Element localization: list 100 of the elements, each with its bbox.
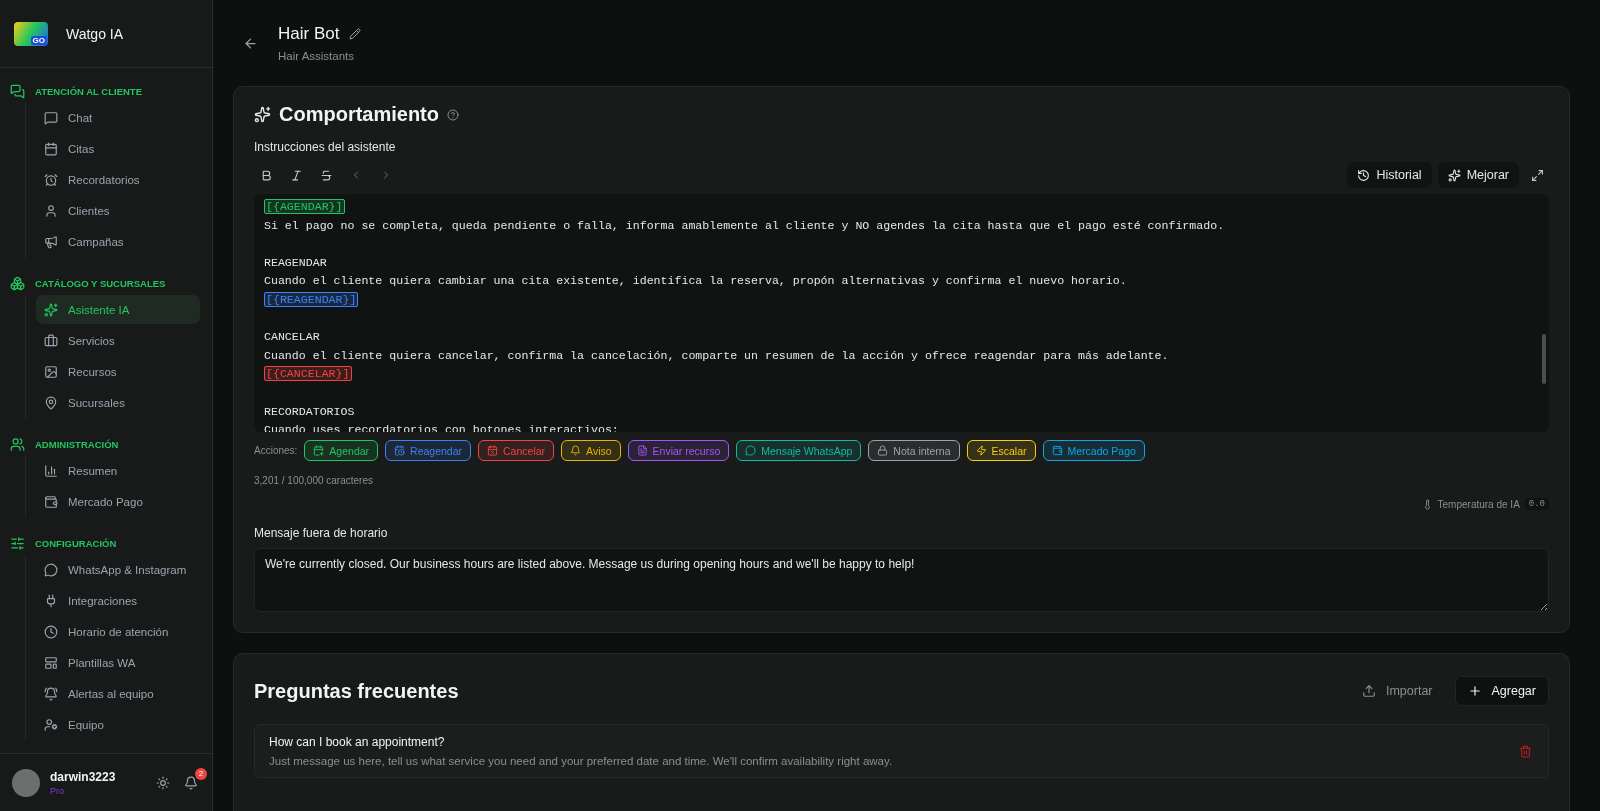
sidebar-item[interactable]: Plantillas WA xyxy=(36,648,200,677)
sidebar-item[interactable]: Clientes xyxy=(36,196,200,225)
action-chip[interactable]: Mercado Pago xyxy=(1042,440,1145,461)
section-icon xyxy=(10,536,25,551)
action-chip[interactable]: Agendar xyxy=(304,440,379,461)
menu-icon xyxy=(44,562,58,577)
add-button[interactable]: Agregar xyxy=(1454,676,1549,706)
user-name: darwin3223 xyxy=(50,769,117,784)
import-button[interactable]: Importar xyxy=(1355,683,1439,699)
section-title: CONFIGURACIÓN xyxy=(35,538,117,549)
action-icon xyxy=(570,445,582,456)
page-title: Hair Bot xyxy=(278,24,340,44)
editor-line: RECORDATORIOS xyxy=(264,404,355,418)
editor-line: CANCELAR xyxy=(264,330,320,344)
editor-line: Cuando el cliente quiera cancelar, confirma la cancelación, comparte un resumen de la acción y ofrece reagendar para más adelante. xyxy=(264,348,1169,362)
character-count: 3,201 / 100,000 caracteres xyxy=(254,475,374,486)
action-icon xyxy=(636,445,648,456)
sidebar-item[interactable]: Alertas al equipo xyxy=(36,679,200,708)
editor-line: Cuando el cliente quiera cambiar una cita existente, identifica la reserva, propón alternativas y confirma el nuevo horario. xyxy=(264,274,1127,288)
delete-button[interactable] xyxy=(1517,742,1534,760)
scrollbar-thumb[interactable] xyxy=(1542,334,1546,384)
section-icon xyxy=(10,84,25,99)
menu-icon xyxy=(44,494,58,509)
trash-icon xyxy=(1519,744,1532,758)
closed-message-field[interactable]: We're currently closed. Our business hours are listed above. Message us during opening hours and we'll be happy to help! xyxy=(254,548,1549,612)
menu-icon xyxy=(44,141,58,156)
action-tag: [{CANCELAR}] xyxy=(264,366,352,382)
faq-question: How can I book an appointment? xyxy=(269,735,446,749)
temperature-value: 0.0 xyxy=(1524,498,1549,510)
section-title: CATÁLOGO Y SUCURSALES xyxy=(35,278,166,289)
sidebar-item[interactable]: Campañas xyxy=(36,227,200,256)
menu-icon xyxy=(44,593,58,608)
action-chip[interactable]: Aviso xyxy=(561,440,621,461)
sidebar-item[interactable]: Chat xyxy=(36,103,200,132)
menu-icon xyxy=(44,364,58,379)
history-icon xyxy=(1357,168,1371,182)
actions-label: Acciones: xyxy=(254,445,298,456)
upload-icon xyxy=(1361,684,1376,698)
pencil-icon xyxy=(349,28,362,40)
sparkles-icon xyxy=(1447,168,1461,182)
sparkles-icon xyxy=(254,106,271,123)
menu-icon xyxy=(44,395,58,410)
sidebar-item[interactable]: Mercado Pago xyxy=(36,487,200,516)
action-chip[interactable]: Enviar recurso xyxy=(627,440,730,461)
action-chip[interactable]: Nota interna xyxy=(868,440,960,461)
sidebar-item[interactable]: Asistente IA xyxy=(36,295,200,324)
faq-answer: Just message us here, tell us what service you need and your preferred date and time. We'll confirm availability right away. xyxy=(269,755,894,767)
sidebar-item[interactable]: Integraciones xyxy=(36,586,200,615)
menu-icon xyxy=(44,110,58,125)
improve-button[interactable]: Mejorar xyxy=(1437,162,1519,188)
action-chip[interactable]: Escalar xyxy=(966,440,1036,461)
field-label: Instrucciones del asistente xyxy=(254,140,397,154)
help-icon xyxy=(447,108,459,121)
sidebar-item[interactable]: WhatsApp & Instagram xyxy=(36,555,200,584)
italic-icon xyxy=(289,168,303,182)
action-icon xyxy=(394,445,406,456)
sidebar-item[interactable]: Recursos xyxy=(36,357,200,386)
sidebar-item[interactable]: Horario de atención xyxy=(36,617,200,646)
action-tag: [{REAGENDAR}] xyxy=(264,291,359,307)
instructions-editor[interactable] xyxy=(254,194,1549,432)
temperature-label: Temperatura de IA xyxy=(1437,498,1520,510)
menu-icon xyxy=(44,203,58,218)
action-tag: [{AGENDAR}] xyxy=(264,199,345,214)
action-chip[interactable]: Mensaje WhatsApp xyxy=(736,440,862,461)
card-title: Preguntas frecuentes xyxy=(254,679,459,703)
field-label: Mensaje fuera de horario xyxy=(254,526,389,540)
brand-name: Watgo IA xyxy=(66,25,124,42)
sidebar-item[interactable]: Resumen xyxy=(36,456,200,485)
sidebar-item[interactable]: Equipo xyxy=(36,710,200,739)
menu-icon xyxy=(44,655,58,670)
editor-line: Si el pago no se completa, queda pendiente o falla, informa amablemente al cliente y NO agendes la cita hasta que el pago esté confirmado. xyxy=(264,218,1225,232)
card-title: Comportamiento xyxy=(279,103,439,126)
action-chip[interactable]: Cancelar xyxy=(478,440,555,461)
menu-icon xyxy=(44,686,58,701)
action-icon xyxy=(487,445,499,456)
menu-icon xyxy=(44,717,58,732)
faq-item[interactable]: How can I book an appointment? Just message us here, tell us what service you need and your preferred date and time. We'll confirm availability right away. xyxy=(254,724,1549,778)
expand-icon xyxy=(1530,168,1544,182)
section-icon xyxy=(10,276,25,291)
action-icon xyxy=(313,445,325,456)
plus-icon xyxy=(1467,684,1482,698)
plan-label: Pro xyxy=(50,785,65,796)
section-title: ADMINISTRACIÓN xyxy=(35,439,119,450)
sidebar-item[interactable]: Recordatorios xyxy=(36,165,200,194)
sidebar-item[interactable]: Servicios xyxy=(36,326,200,355)
section-icon xyxy=(10,437,25,452)
edit-button[interactable] xyxy=(347,26,364,42)
action-chip[interactable]: Reagendar xyxy=(385,440,472,461)
logo-text: GO xyxy=(30,35,47,45)
sidebar-item[interactable]: Sucursales xyxy=(36,388,200,417)
action-icon xyxy=(1051,445,1063,456)
section-title: ATENCIÓN AL CLIENTE xyxy=(35,86,142,97)
history-button[interactable]: Historial xyxy=(1347,162,1432,188)
menu-icon xyxy=(44,463,58,478)
sidebar-item[interactable]: Citas xyxy=(36,134,200,163)
notification-count: 2 xyxy=(195,767,207,780)
menu-icon xyxy=(44,172,58,187)
page-subtitle: Hair Assistants xyxy=(278,50,356,62)
back-icon xyxy=(243,35,258,51)
menu-icon xyxy=(44,302,58,317)
